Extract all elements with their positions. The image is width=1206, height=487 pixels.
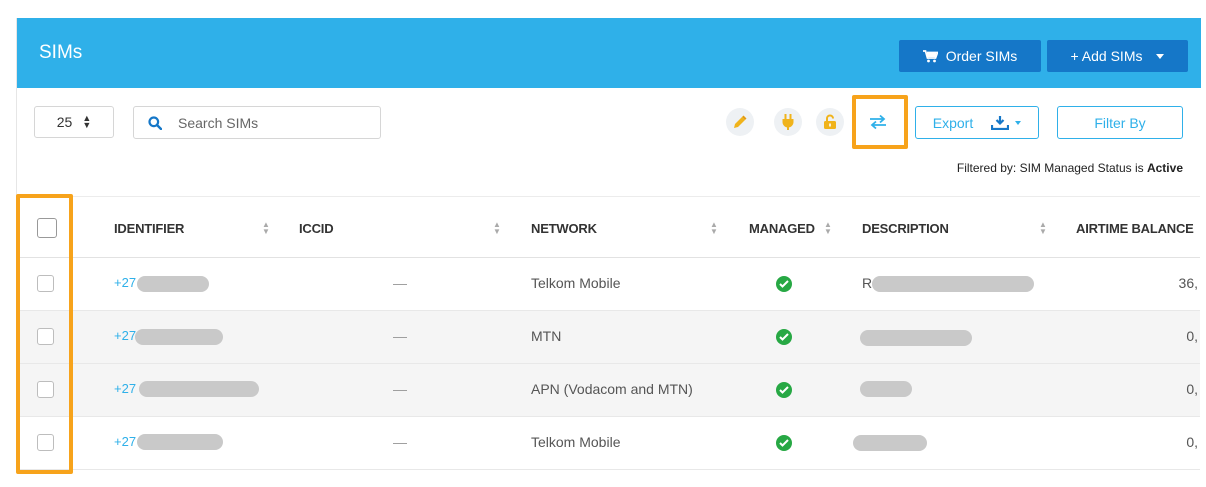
redacted-blur (137, 276, 209, 292)
redacted-blur (872, 276, 1034, 292)
filter-status-prefix: Filtered by: SIM Managed Status is (956, 161, 1147, 175)
network-cell: MTN (531, 328, 562, 344)
network-cell: Telkom Mobile (531, 434, 621, 450)
order-sims-button[interactable]: Order SIMs (899, 40, 1041, 72)
export-button[interactable]: Export (915, 106, 1039, 139)
add-sims-button[interactable]: + Add SIMs (1047, 40, 1188, 72)
column-header-description[interactable]: DESCRIPTION (862, 221, 949, 236)
iccid-cell: — (393, 434, 407, 450)
sort-updown-icon: ▲ ▼ (82, 113, 92, 130)
sort-icon[interactable]: ▲ ▼ (1039, 221, 1047, 236)
checkbox-highlight-box (16, 194, 73, 474)
filter-by-button[interactable]: Filter By (1057, 106, 1183, 139)
download-icon (991, 115, 1010, 130)
chevron-down-icon (1156, 53, 1165, 59)
iccid-cell: — (393, 381, 407, 397)
panel-header: SIMs Order SIMs + Add SIMs (17, 18, 1201, 88)
column-header-identifier[interactable]: IDENTIFIER (114, 221, 184, 236)
chevron-down-icon (1015, 120, 1022, 125)
column-header-network[interactable]: NETWORK (531, 221, 597, 236)
redacted-blur (137, 434, 223, 450)
pencil-icon (734, 115, 747, 128)
network-cell: Telkom Mobile (531, 275, 621, 291)
search-box[interactable] (133, 106, 381, 139)
column-header-iccid[interactable]: ICCID (299, 221, 334, 236)
order-sims-label: Order SIMs (945, 48, 1018, 64)
search-icon (148, 115, 162, 130)
table-row[interactable]: +27 — Telkom Mobile 0, (17, 417, 1200, 470)
swap-highlight-box (852, 95, 908, 149)
airtime-balance-cell: 0, (1186, 328, 1198, 344)
add-sims-label: + Add SIMs (1070, 48, 1143, 64)
table-row[interactable]: +27 — MTN 0, (17, 311, 1200, 364)
sort-icon[interactable]: ▲ ▼ (262, 221, 270, 236)
identifier-link[interactable]: +27 (114, 434, 136, 449)
redacted-blur (853, 435, 927, 451)
identifier-link[interactable]: +27 (114, 328, 136, 343)
page-size-value: 25 (56, 114, 73, 130)
edit-button[interactable] (726, 108, 754, 136)
iccid-cell: — (393, 328, 407, 344)
page-title: SIMs (39, 42, 83, 63)
search-input[interactable] (178, 114, 358, 131)
table-row[interactable]: +27 — Telkom Mobile R 36, (17, 258, 1200, 311)
redacted-blur (139, 381, 259, 397)
managed-check-icon (776, 382, 792, 398)
unlock-icon (824, 114, 836, 129)
airtime-balance-cell: 36, (1178, 275, 1198, 291)
description-cell: R (862, 275, 873, 291)
cart-icon (922, 49, 938, 62)
redacted-blur (860, 330, 972, 346)
column-header-managed[interactable]: MANAGED (749, 221, 815, 236)
filter-status-value: Active (1146, 161, 1183, 175)
sort-icon[interactable]: ▲ ▼ (493, 221, 501, 236)
table-header-row: IDENTIFIER ▲ ▼ ICCID ▲ ▼ NETWORK ▲ ▼ MANAGE… (17, 196, 1200, 258)
sort-icon[interactable]: ▲ ▼ (824, 221, 832, 236)
column-header-airtime-balance[interactable]: AIRTIME BALANCE (1076, 221, 1194, 236)
page-size-select[interactable]: 25 ▲ ▼ (34, 106, 114, 138)
filter-status-text: Filtered by: SIM Managed Status is Activ… (957, 161, 1183, 175)
redacted-blur (860, 381, 912, 397)
export-label: Export (932, 114, 974, 131)
identifier-link[interactable]: +27 (114, 275, 136, 290)
redacted-blur (135, 329, 223, 345)
managed-check-icon (776, 276, 792, 292)
iccid-cell: — (393, 275, 407, 291)
identifier-link[interactable]: +27 (114, 381, 136, 396)
airtime-balance-cell: 0, (1186, 381, 1198, 397)
managed-check-icon (776, 435, 792, 451)
unlock-button[interactable] (816, 108, 844, 136)
connect-button[interactable] (774, 108, 802, 136)
network-cell: APN (Vodacom and MTN) (531, 381, 693, 397)
filter-by-label: Filter By (1094, 114, 1146, 131)
table-row[interactable]: +27 — APN (Vodacom and MTN) 0, (17, 364, 1200, 417)
plug-icon (782, 114, 794, 130)
managed-check-icon (776, 329, 792, 345)
airtime-balance-cell: 0, (1186, 434, 1198, 450)
sort-icon[interactable]: ▲ ▼ (710, 221, 718, 236)
